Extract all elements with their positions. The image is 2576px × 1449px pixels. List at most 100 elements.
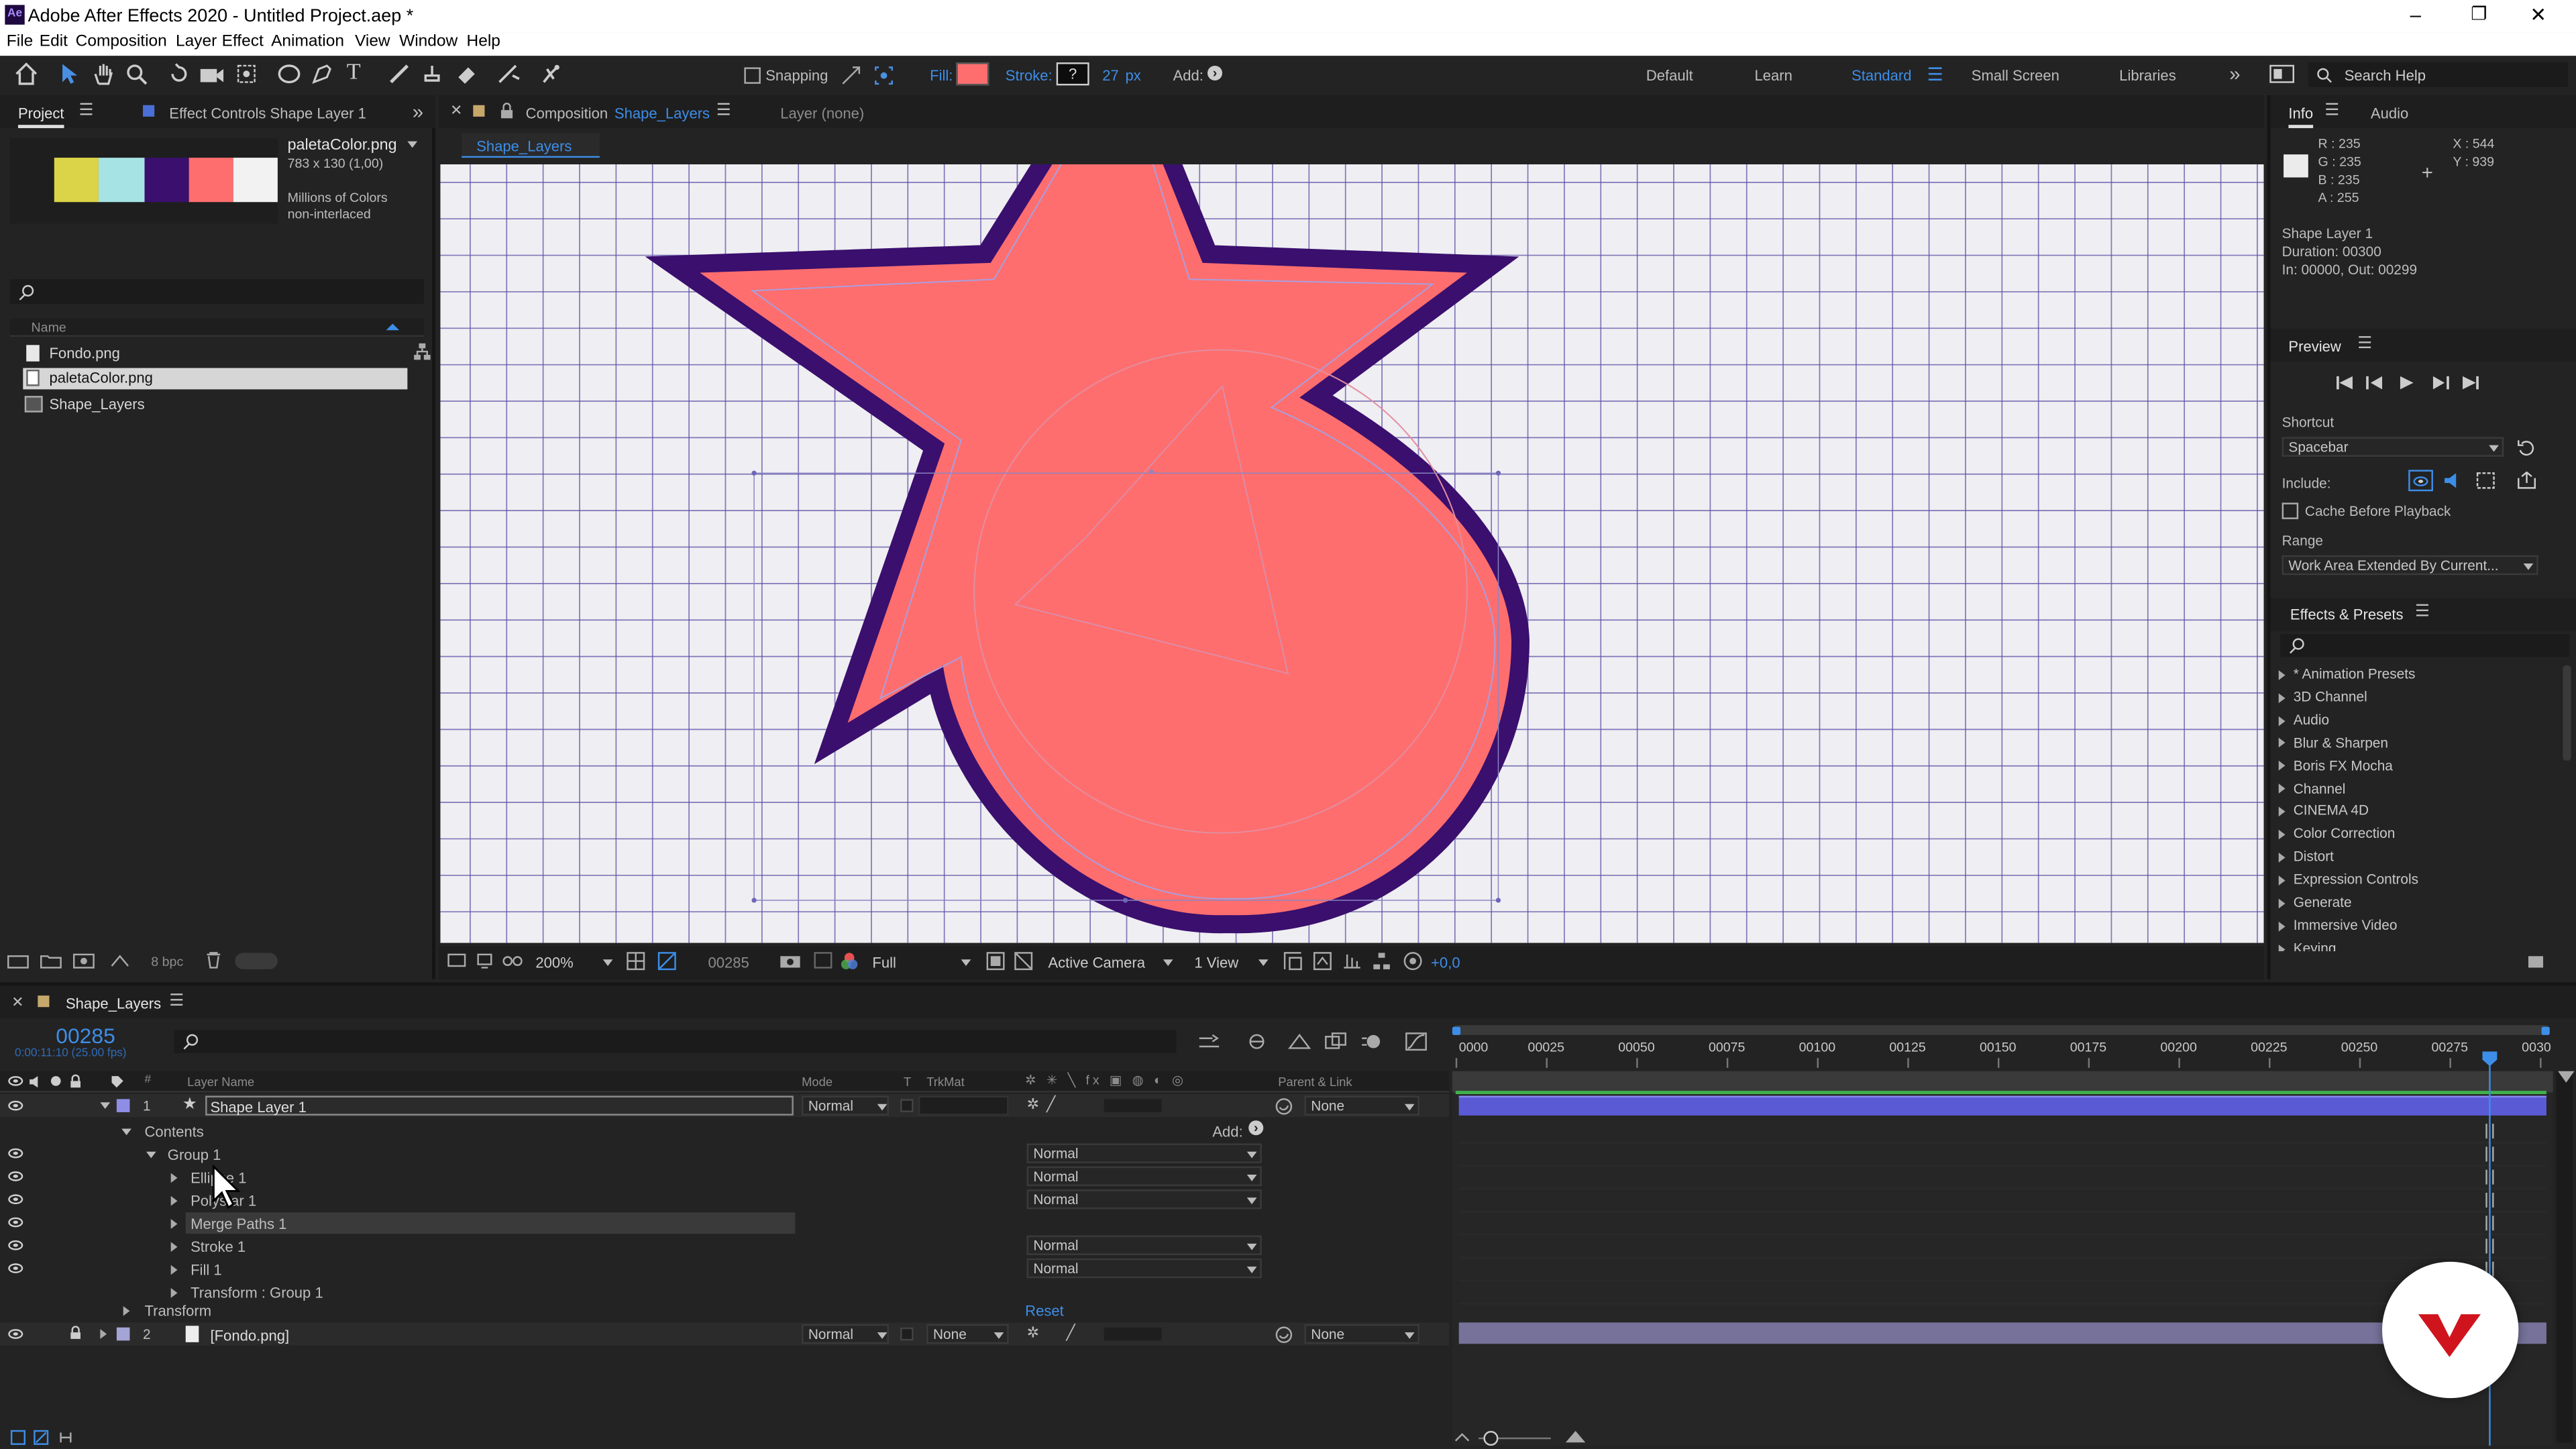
draft-3d-icon[interactable] bbox=[1245, 1032, 1268, 1051]
file-usage-dropdown-icon[interactable] bbox=[407, 141, 418, 148]
group-1-expand-icon[interactable] bbox=[146, 1151, 156, 1159]
trash-icon[interactable] bbox=[205, 951, 221, 969]
effect-category[interactable]: Boris FX Mocha bbox=[2277, 757, 2393, 776]
time-ruler[interactable]: 0000 00025 00050 00075 00100 00125 00150 00175 0… bbox=[1452, 1025, 2553, 1074]
layer-2-switch-slots[interactable] bbox=[1104, 1327, 1162, 1341]
item-expand-icon[interactable] bbox=[170, 1218, 178, 1229]
workspace-libraries[interactable]: Libraries bbox=[2119, 67, 2176, 83]
current-time-display[interactable]: 00285 bbox=[708, 955, 749, 971]
timeline-current-time[interactable]: 00285 bbox=[56, 1024, 115, 1049]
expand-icon[interactable] bbox=[2278, 784, 2286, 794]
snapshot-camera-icon[interactable] bbox=[779, 951, 802, 969]
next-frame-icon[interactable] bbox=[2430, 374, 2449, 390]
snapping-checkbox[interactable] bbox=[744, 67, 761, 84]
layer-1-mode-dropdown[interactable]: Normal bbox=[802, 1095, 889, 1116]
handle-bottom[interactable] bbox=[1122, 898, 1128, 903]
layer-2-trkmat-dropdown-icon[interactable] bbox=[994, 1332, 1004, 1339]
contents-add-icon[interactable]: › bbox=[1248, 1120, 1264, 1136]
workspace-standard[interactable]: Standard bbox=[1851, 67, 1911, 83]
snap-edges-icon[interactable] bbox=[839, 64, 862, 87]
fast-previews-icon[interactable] bbox=[1313, 951, 1332, 971]
group-item-row[interactable]: Fill 1 Normal bbox=[0, 1257, 1449, 1279]
region-of-interest-icon[interactable] bbox=[985, 951, 1005, 971]
include-audio-icon[interactable] bbox=[2443, 472, 2463, 490]
3d-glasses-icon[interactable] bbox=[502, 953, 523, 969]
item-expand-icon[interactable] bbox=[170, 1195, 178, 1206]
new-folder-icon[interactable] bbox=[40, 953, 62, 969]
eraser-tool-icon[interactable] bbox=[455, 62, 478, 85]
expand-icon[interactable] bbox=[2278, 829, 2286, 840]
project-item[interactable]: Fondo.png bbox=[23, 343, 407, 365]
item-expand-icon[interactable] bbox=[170, 1241, 178, 1252]
new-composition-icon[interactable] bbox=[72, 953, 95, 969]
puppet-tool-icon[interactable] bbox=[539, 62, 561, 85]
menu-animation[interactable]: Animation bbox=[271, 33, 344, 51]
fill-color-swatch[interactable] bbox=[956, 62, 989, 86]
item-eye-icon[interactable] bbox=[8, 1263, 23, 1273]
close-comp-tab-icon[interactable]: ✕ bbox=[450, 102, 462, 120]
expand-icon[interactable] bbox=[2278, 692, 2286, 703]
effect-category[interactable]: Keying bbox=[2277, 939, 2336, 951]
view-layout-dropdown[interactable]: 1 View bbox=[1194, 955, 1238, 971]
project-item[interactable]: Shape_Layers bbox=[23, 394, 407, 416]
project-search-input[interactable] bbox=[9, 279, 424, 305]
home-icon[interactable] bbox=[13, 62, 40, 85]
camera-tool-icon[interactable] bbox=[199, 62, 225, 85]
layer-1-pickwhip-icon[interactable] bbox=[1275, 1097, 1293, 1116]
t-column[interactable]: T bbox=[904, 1075, 911, 1089]
project-settings-icon[interactable] bbox=[109, 953, 131, 969]
layer-1-parent-dropdown[interactable]: None bbox=[1304, 1095, 1419, 1116]
layer-1-name[interactable]: Shape Layer 1 bbox=[210, 1099, 306, 1115]
pen-tool-icon[interactable] bbox=[311, 62, 333, 85]
group-item-row[interactable]: Merge Paths 1 bbox=[0, 1212, 1449, 1234]
item-blend-dropdown[interactable]: Normal bbox=[1026, 1257, 1262, 1278]
group-1-label[interactable]: Group 1 bbox=[168, 1146, 221, 1163]
minimize-button[interactable]: – bbox=[2410, 3, 2421, 26]
expand-icon[interactable] bbox=[2278, 715, 2286, 726]
timeline-button-icon[interactable] bbox=[1342, 951, 1362, 971]
toggle-pixel-aspect-icon[interactable] bbox=[1283, 951, 1303, 971]
menu-composition[interactable]: Composition bbox=[76, 33, 167, 51]
flowchart-view-icon[interactable] bbox=[1372, 951, 1391, 971]
exposure-value[interactable]: +0,0 bbox=[1431, 955, 1460, 971]
bit-depth-button[interactable]: 8 bpc bbox=[151, 955, 183, 969]
menu-layer[interactable]: Layer bbox=[176, 33, 217, 51]
layer-2-lock-icon[interactable] bbox=[69, 1326, 83, 1340]
tab-preview[interactable]: Preview bbox=[2288, 338, 2341, 354]
project-menu-icon[interactable]: ☰ bbox=[79, 102, 94, 120]
maximize-button[interactable]: ❐ bbox=[2471, 3, 2487, 24]
item-eye-icon[interactable] bbox=[8, 1171, 23, 1181]
first-frame-icon[interactable] bbox=[2334, 374, 2354, 390]
layer-tab[interactable]: Layer (none) bbox=[780, 105, 864, 121]
trkmat-column[interactable]: TrkMat bbox=[926, 1075, 964, 1089]
column-name[interactable]: Name bbox=[32, 321, 66, 335]
layer-2-mode-dropdown-icon[interactable] bbox=[877, 1332, 888, 1339]
transparency-toggle-icon[interactable] bbox=[1014, 951, 1033, 971]
include-overlays-icon[interactable] bbox=[2476, 472, 2496, 490]
work-area-start[interactable] bbox=[1452, 1026, 1461, 1035]
item-blend-dropdown[interactable]: Normal bbox=[1026, 1166, 1262, 1187]
layer-1-expand-icon[interactable] bbox=[100, 1102, 111, 1110]
type-tool-icon[interactable]: T bbox=[347, 61, 361, 87]
composition-viewer[interactable] bbox=[440, 164, 2264, 943]
group-item-row[interactable]: Transform : Group 1 bbox=[0, 1281, 1449, 1302]
workspace-menu-icon[interactable]: ☰ bbox=[1927, 64, 1943, 85]
expand-icon[interactable] bbox=[2278, 806, 2286, 817]
brush-tool-icon[interactable] bbox=[388, 62, 411, 85]
effect-category[interactable]: Immersive Video bbox=[2277, 916, 2397, 936]
fill-label[interactable]: Fill: bbox=[930, 67, 953, 83]
solo-column-icon[interactable] bbox=[50, 1076, 61, 1086]
workspace-learn[interactable]: Learn bbox=[1755, 67, 1792, 83]
layer-1-parent-dropdown-icon[interactable] bbox=[1404, 1104, 1415, 1111]
group-1-blend-dropdown-icon[interactable] bbox=[1246, 1151, 1257, 1159]
shortcut-dropdown-icon[interactable] bbox=[2489, 445, 2499, 452]
contents-label[interactable]: Contents bbox=[145, 1124, 204, 1140]
layer-1-preserve-transparency[interactable] bbox=[900, 1099, 914, 1112]
timeline-search-input[interactable] bbox=[174, 1030, 1177, 1053]
add-shape-property-icon[interactable]: › bbox=[1208, 65, 1223, 81]
previous-frame-icon[interactable] bbox=[2366, 374, 2385, 390]
color-channels-icon[interactable] bbox=[839, 951, 859, 971]
layer-2-name[interactable]: [Fondo.png] bbox=[210, 1328, 289, 1344]
lock-column-icon[interactable] bbox=[69, 1074, 83, 1089]
snap-features-icon[interactable] bbox=[872, 64, 895, 87]
